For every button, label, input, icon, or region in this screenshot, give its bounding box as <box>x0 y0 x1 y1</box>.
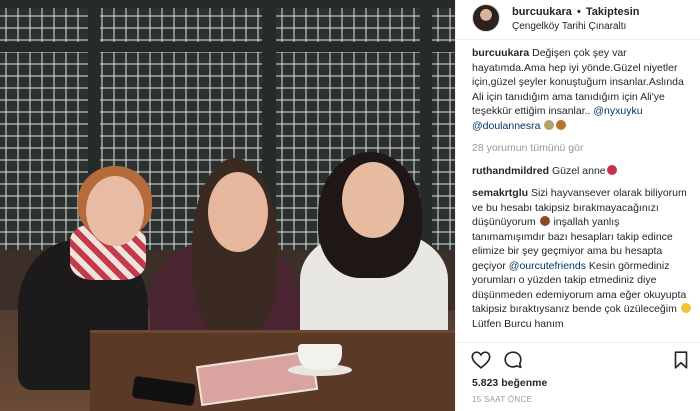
likes-count[interactable]: 5.823 beğenme <box>472 377 547 389</box>
heart-icon[interactable] <box>470 349 492 371</box>
person-middle-face <box>208 172 268 252</box>
person-left-face <box>86 176 144 246</box>
comment-bubble-icon[interactable] <box>502 349 524 371</box>
coffee-cup <box>298 344 342 370</box>
caption-mention-1[interactable]: @nyxuyku <box>593 105 642 117</box>
follow-status[interactable]: Takiptesin <box>586 6 640 18</box>
list-item: semakrtglu Sizi hayvansever olarak biliy… <box>472 186 692 331</box>
post-author: burcuukara • Takiptesin <box>512 6 640 18</box>
avatar[interactable] <box>472 4 500 32</box>
post-location[interactable]: Çengelköy Tarihi Çınaraltı <box>512 21 626 32</box>
comments-section: burcuukara Değişen çok şey var hayatımda… <box>472 46 692 346</box>
post-header: burcuukara • Takiptesin Çengelköy Tarihi… <box>456 0 700 40</box>
balloon-emoji-icon <box>606 164 617 175</box>
bow-emoji-icon <box>556 119 567 130</box>
post-timestamp: 15 SAAT ÖNCE <box>472 395 533 404</box>
post-photo[interactable] <box>0 0 455 411</box>
author-username[interactable]: burcuukara <box>512 6 572 18</box>
comment-username[interactable]: ruthandmildred <box>472 165 549 177</box>
caption-mention-2[interactable]: @doulannesra <box>472 120 540 132</box>
comment-mention[interactable]: @ourcutefriends <box>509 260 586 272</box>
window-frame-top <box>0 0 455 8</box>
bookmark-icon[interactable] <box>670 349 692 371</box>
separator-dot: • <box>576 6 581 18</box>
view-all-comments-link[interactable]: 28 yorumun tümünü gör <box>472 141 692 156</box>
sad-face-emoji-icon <box>680 303 691 313</box>
window-frame-rail <box>0 42 455 52</box>
person-right-face <box>342 162 404 238</box>
caption: burcuukara Değişen çok şey var hayatımda… <box>472 46 692 133</box>
list-item: ruthandmildred Güzel anne <box>472 164 692 179</box>
comment-text: Güzel anne <box>551 164 606 177</box>
caption-username[interactable]: burcuukara <box>472 47 529 59</box>
comment-username[interactable]: semakrtglu <box>472 187 528 199</box>
paw-emoji-icon <box>539 216 550 226</box>
post-actions: 5.823 beğenme 15 SAAT ÖNCE <box>456 342 700 411</box>
comment-text-part-4: Lütfen Burcu hanım <box>472 317 564 330</box>
people-emoji-icon <box>544 119 555 130</box>
post-side-panel: burcuukara • Takiptesin Çengelköy Tarihi… <box>455 0 700 411</box>
